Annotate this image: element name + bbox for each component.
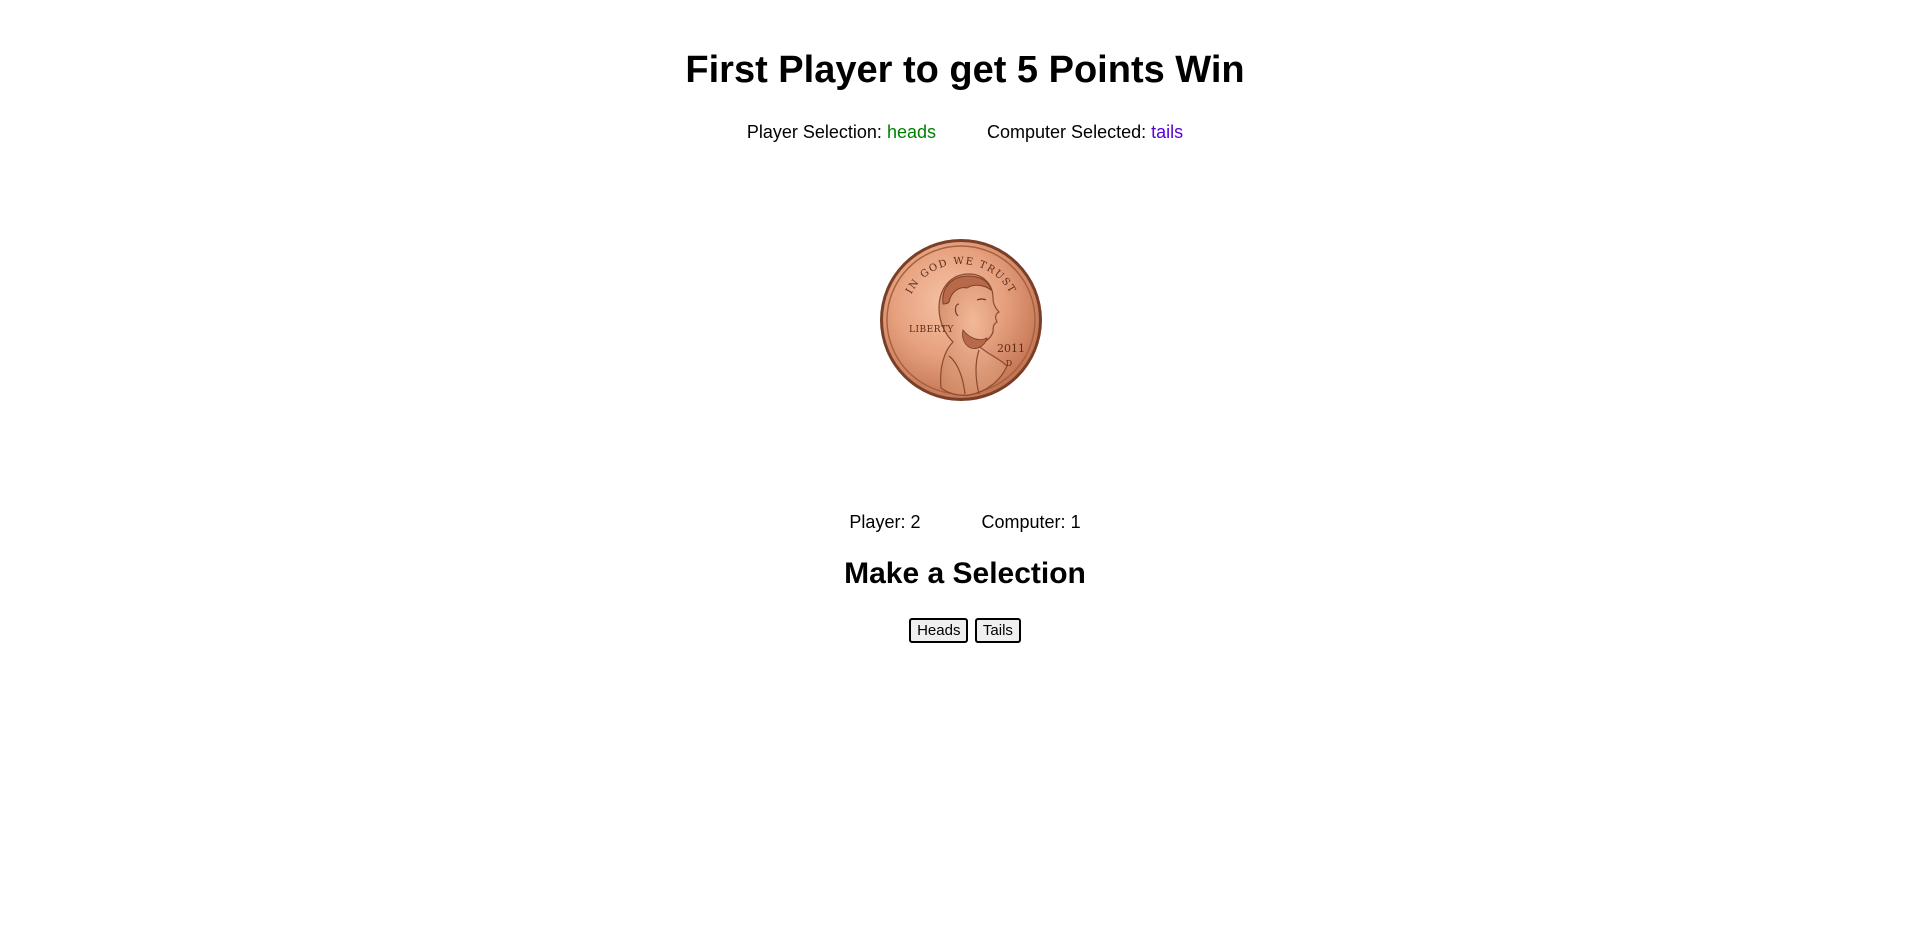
penny-coin-icon: IN GOD WE TRUST LIBERTY 2011 D (879, 238, 1043, 402)
coin-mint-mark: D (1006, 359, 1012, 368)
coin-year: 2011 (997, 342, 1025, 355)
player-score-label: Player: (849, 512, 906, 532)
computer-selection-label: Computer Selected: (987, 122, 1147, 142)
choice-buttons: Heads Tails (0, 618, 1920, 643)
scoreboard: Player: 2 Computer: 1 (0, 510, 1920, 534)
player-selection: Player Selection: heads (747, 122, 941, 142)
coin-liberty: LIBERTY (909, 325, 954, 335)
heads-button[interactable]: Heads (909, 618, 969, 643)
player-selection-label: Player Selection: (746, 122, 882, 142)
computer-score: Computer: 1 (982, 512, 1081, 532)
player-selection-value: heads (886, 122, 936, 142)
player-score: Player: 2 (849, 512, 925, 532)
tails-button[interactable]: Tails (974, 618, 1021, 643)
page-title: First Player to get 5 Points Win (685, 49, 1245, 91)
coin-image: IN GOD WE TRUST LIBERTY 2011 D (880, 239, 1042, 401)
computer-selection-value: tails (1151, 122, 1184, 142)
selection-prompt: Make a Selection (844, 557, 1086, 590)
computer-score-label: Computer: (981, 512, 1066, 532)
selections-row: Player Selection: heads Computer Selecte… (0, 120, 1920, 144)
computer-score-value: 1 (1070, 512, 1081, 532)
computer-selection: Computer Selected: tails (987, 122, 1183, 142)
player-score-value: 2 (910, 512, 921, 532)
game-page: First Player to get 5 Points Win Player … (0, 0, 1920, 946)
